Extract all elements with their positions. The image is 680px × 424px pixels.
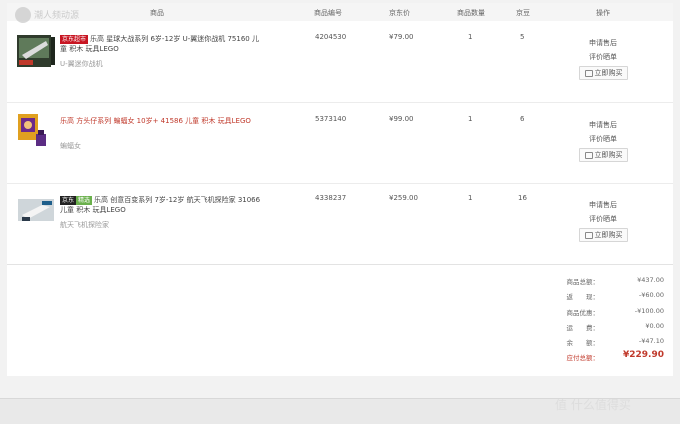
table-row: 京东 精选 乐高 创意百变系列 7岁-12岁 航天飞机探险家 31066 儿童 积木… bbox=[7, 184, 673, 264]
product-spec: U-翼迷你战机 bbox=[60, 60, 103, 68]
cart-icon bbox=[584, 69, 593, 77]
review-link[interactable]: 评价晒单 bbox=[589, 52, 617, 62]
avatar-watermark-icon bbox=[15, 7, 31, 23]
header-action: 操作 bbox=[596, 9, 610, 17]
product-sku: 4338237 bbox=[315, 194, 347, 202]
header-price: 京东价 bbox=[389, 9, 410, 17]
product-image-xwing[interactable] bbox=[16, 33, 56, 69]
product-beans: 5 bbox=[520, 33, 525, 41]
product-image-batgirl[interactable] bbox=[16, 112, 56, 148]
discount-value: -¥100.00 bbox=[634, 307, 664, 315]
buy-now-button[interactable]: 立即购买 bbox=[579, 148, 628, 162]
rebate-value: -¥60.00 bbox=[638, 291, 664, 299]
header-qty: 商品数量 bbox=[457, 9, 485, 17]
balance-value: -¥47.10 bbox=[638, 337, 664, 345]
rebate-label: 返 现： bbox=[566, 293, 600, 301]
product-image-shuttle[interactable] bbox=[16, 193, 56, 229]
buy-now-button[interactable]: 立即购买 bbox=[579, 228, 628, 242]
product-price: ¥259.00 bbox=[389, 194, 418, 202]
product-sku: 4204530 bbox=[315, 33, 347, 41]
header-beans: 京豆 bbox=[516, 9, 530, 17]
product-spec: 蝙蝠女 bbox=[60, 142, 81, 150]
after-sale-link[interactable]: 申请售后 bbox=[589, 120, 617, 130]
product-qty: 1 bbox=[468, 33, 473, 41]
product-price: ¥99.00 bbox=[389, 115, 414, 123]
after-sale-link[interactable]: 申请售后 bbox=[589, 200, 617, 210]
balance-label: 余 额： bbox=[566, 339, 600, 347]
divider bbox=[7, 264, 673, 265]
product-qty: 1 bbox=[468, 194, 473, 202]
product-spec: 航天飞机探险家 bbox=[60, 221, 109, 229]
goods-total-label: 商品总额： bbox=[566, 278, 600, 286]
table-row: 乐高 方头仔系列 蝙蝠女 10岁+ 41586 儿童 积木 玩具LEGO 蝙蝠女… bbox=[7, 103, 673, 184]
table-header: 商品 商品编号 京东价 商品数量 京豆 操作 bbox=[7, 3, 673, 21]
watermark-top: 潮人频动源 bbox=[14, 4, 104, 26]
product-name-link[interactable]: 京东超市 乐高 星球大战系列 6岁-12岁 U-翼迷你战机 75160 儿童 积木… bbox=[60, 34, 260, 54]
jd-supermarket-badge: 京东超市 bbox=[60, 35, 89, 44]
watermark-bottom: 值 什么值得买 bbox=[555, 398, 631, 412]
selected-badge: 精选 bbox=[76, 196, 93, 205]
after-sale-link[interactable]: 申请售后 bbox=[589, 38, 617, 48]
payable-value: ¥229.90 bbox=[623, 350, 664, 360]
review-link[interactable]: 评价晒单 bbox=[589, 134, 617, 144]
product-name-link[interactable]: 京东 精选 乐高 创意百变系列 7岁-12岁 航天飞机探险家 31066 儿童 积木… bbox=[60, 195, 266, 215]
product-beans: 16 bbox=[518, 194, 527, 202]
product-sku: 5373140 bbox=[315, 115, 347, 123]
shipping-value: ¥0.00 bbox=[645, 322, 664, 330]
header-sku: 商品编号 bbox=[314, 9, 342, 17]
review-link[interactable]: 评价晒单 bbox=[589, 214, 617, 224]
cart-icon bbox=[584, 151, 593, 159]
jd-badge: 京东 bbox=[60, 196, 77, 205]
product-price: ¥79.00 bbox=[389, 33, 414, 41]
payable-label: 应付总额： bbox=[566, 354, 600, 362]
product-name-link[interactable]: 乐高 方头仔系列 蝙蝠女 10岁+ 41586 儿童 积木 玩具LEGO bbox=[60, 116, 300, 126]
buy-now-button[interactable]: 立即购买 bbox=[579, 66, 628, 80]
goods-total-value: ¥437.00 bbox=[637, 276, 664, 284]
header-product: 商品 bbox=[150, 9, 164, 17]
shipping-label: 运 费： bbox=[566, 324, 600, 332]
product-beans: 6 bbox=[520, 115, 525, 123]
product-qty: 1 bbox=[468, 115, 473, 123]
discount-label: 商品优惠： bbox=[566, 309, 600, 317]
cart-icon bbox=[584, 231, 593, 239]
table-row: 京东超市 乐高 星球大战系列 6岁-12岁 U-翼迷你战机 75160 儿童 积木… bbox=[7, 22, 673, 103]
order-panel: 商品 商品编号 京东价 商品数量 京豆 操作 京东超市 乐高 星球大战系列 6岁-… bbox=[7, 3, 673, 376]
